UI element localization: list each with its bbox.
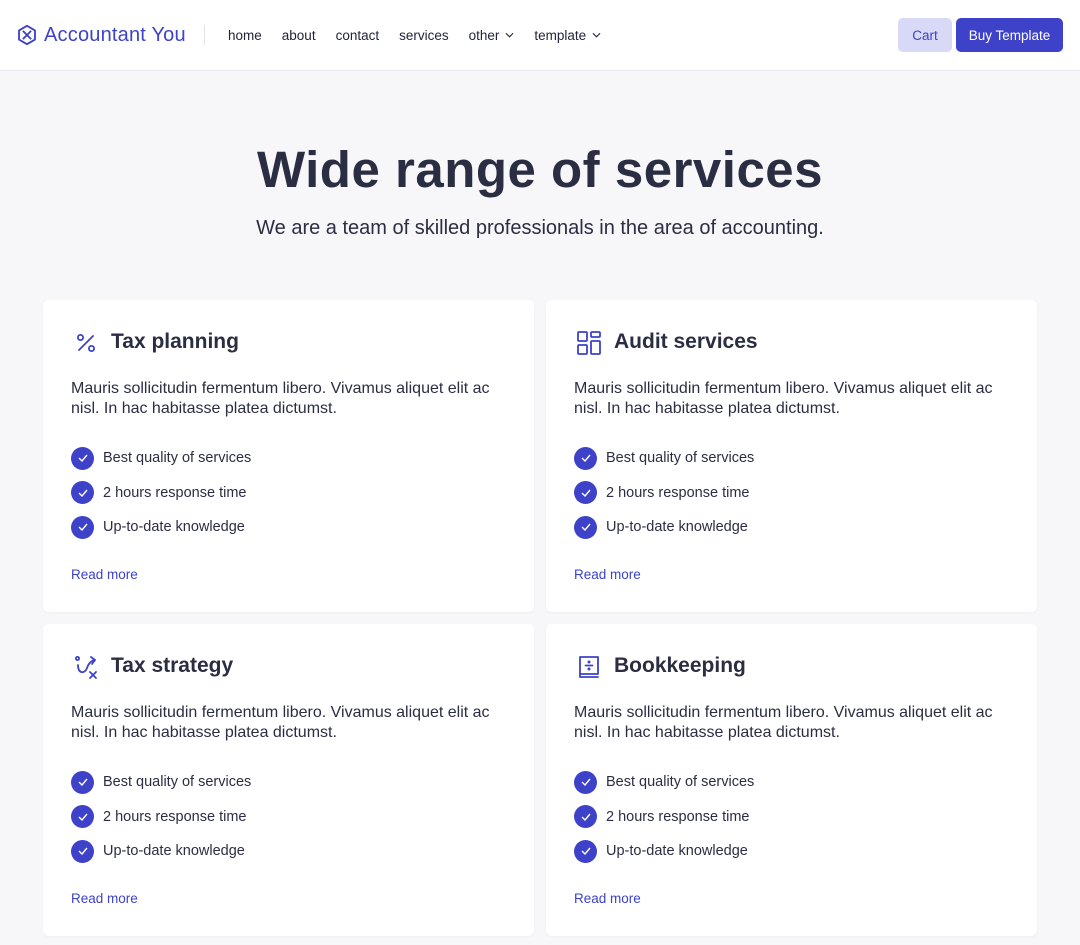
- check-circle-icon: [71, 805, 94, 829]
- check-circle-icon: [71, 515, 94, 539]
- feature-text: 2 hours response time: [103, 808, 247, 825]
- list-item: 2 hours response time: [71, 800, 251, 835]
- brand-name: Accountant You: [44, 23, 186, 46]
- feature-list: Best quality of services 2 hours respons…: [71, 765, 251, 869]
- read-more-link[interactable]: Read more: [574, 567, 641, 582]
- service-card-audit-services: Audit services Mauris sollicitudin ferme…: [546, 300, 1037, 612]
- nav-item-label: template: [534, 27, 587, 43]
- feature-list: Best quality of services 2 hours respons…: [574, 765, 754, 869]
- check-circle-icon: [71, 446, 94, 470]
- feature-text: Best quality of services: [103, 450, 252, 467]
- nav-item-label: home: [228, 27, 262, 43]
- list-item: Best quality of services: [574, 441, 754, 476]
- layout-grid-icon: [577, 331, 601, 355]
- strategy-icon: [75, 656, 97, 679]
- nav-item-services[interactable]: services: [399, 28, 449, 43]
- feature-text: Up-to-date knowledge: [606, 843, 748, 860]
- list-item: Best quality of services: [71, 441, 251, 476]
- list-item: 2 hours response time: [574, 476, 754, 511]
- nav-item-home[interactable]: home: [228, 28, 262, 43]
- nav-item-about[interactable]: about: [282, 28, 316, 43]
- check-circle-icon: [71, 839, 94, 863]
- check-circle-icon: [574, 839, 597, 863]
- service-card-bookkeeping: Bookkeeping Mauris sollicitudin fermentu…: [546, 624, 1037, 936]
- read-more-link[interactable]: Read more: [574, 891, 641, 906]
- page-subtitle: We are a team of skilled professionals i…: [256, 217, 824, 239]
- card-description: Mauris sollicitudin fermentum libero. Vi…: [574, 380, 993, 417]
- feature-list: Best quality of services 2 hours respons…: [574, 441, 754, 545]
- main-nav: home about contact services other templa…: [228, 24, 621, 46]
- list-item: Up-to-date knowledge: [574, 834, 754, 869]
- feature-text: Up-to-date knowledge: [103, 519, 245, 536]
- feature-text: 2 hours response time: [103, 484, 247, 501]
- buy-template-button[interactable]: Buy Template: [956, 18, 1063, 52]
- nav-item-label: contact: [335, 27, 380, 43]
- nav-item-contact[interactable]: contact: [336, 28, 380, 43]
- check-circle-icon: [574, 446, 597, 470]
- list-item: 2 hours response time: [71, 476, 251, 511]
- feature-text: 2 hours response time: [606, 808, 750, 825]
- card-title: Audit services: [614, 330, 758, 353]
- page-title: Wide range of services: [256, 141, 824, 198]
- nav-item-label: services: [399, 27, 449, 43]
- chevron-down-icon: [505, 32, 514, 38]
- check-circle-icon: [574, 805, 597, 829]
- card-title: Tax planning: [111, 330, 239, 353]
- nav-item-label: about: [281, 27, 316, 43]
- check-circle-icon: [574, 515, 597, 539]
- card-title: Tax strategy: [111, 654, 234, 677]
- card-description: Mauris sollicitudin fermentum libero. Vi…: [71, 380, 490, 417]
- list-item: 2 hours response time: [574, 800, 754, 835]
- card-description: Mauris sollicitudin fermentum libero. Vi…: [574, 704, 993, 741]
- list-item: Up-to-date knowledge: [574, 510, 754, 545]
- list-item: Up-to-date knowledge: [71, 834, 251, 869]
- hexagon-logo-icon: [18, 24, 36, 46]
- percent-icon: [77, 334, 95, 352]
- feature-text: Best quality of services: [606, 450, 755, 467]
- list-item: Best quality of services: [574, 765, 754, 800]
- list-item: Best quality of services: [71, 765, 251, 800]
- check-circle-icon: [574, 481, 597, 505]
- service-card-tax-planning: Tax planning Mauris sollicitudin ferment…: [43, 300, 534, 612]
- brand-logo-link[interactable]: Accountant You: [16, 23, 186, 47]
- feature-text: Up-to-date knowledge: [606, 519, 748, 536]
- header-divider: [204, 25, 205, 45]
- feature-text: 2 hours response time: [606, 484, 750, 501]
- site-header: Accountant You home about contact servic…: [0, 0, 1080, 71]
- check-circle-icon: [574, 770, 597, 794]
- check-circle-icon: [71, 481, 94, 505]
- card-title: Bookkeeping: [614, 654, 746, 677]
- read-more-link[interactable]: Read more: [71, 567, 138, 582]
- feature-text: Best quality of services: [606, 774, 755, 791]
- list-item: Up-to-date knowledge: [71, 510, 251, 545]
- nav-item-template[interactable]: template: [534, 28, 601, 43]
- card-description: Mauris sollicitudin fermentum libero. Vi…: [71, 704, 490, 741]
- feature-text: Up-to-date knowledge: [103, 843, 245, 860]
- service-card-tax-strategy: Tax strategy Mauris sollicitudin ferment…: [43, 624, 534, 936]
- feature-list: Best quality of services 2 hours respons…: [71, 441, 251, 545]
- ledger-icon: [579, 656, 599, 678]
- read-more-link[interactable]: Read more: [71, 891, 138, 906]
- chevron-down-icon: [592, 32, 601, 38]
- feature-text: Best quality of services: [103, 774, 252, 791]
- nav-item-other[interactable]: other: [469, 28, 515, 43]
- check-circle-icon: [71, 770, 94, 794]
- nav-item-label: other: [468, 27, 500, 43]
- cart-button[interactable]: Cart: [898, 18, 952, 52]
